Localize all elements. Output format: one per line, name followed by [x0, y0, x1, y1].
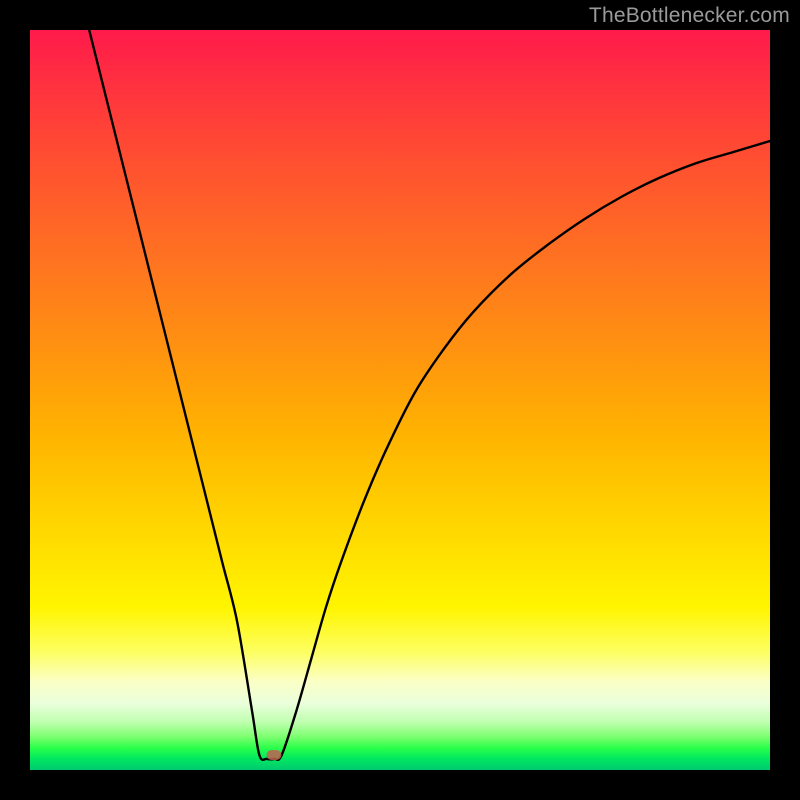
plot-area — [30, 30, 770, 770]
optimum-dot — [267, 750, 282, 760]
bottleneck-curve — [30, 30, 770, 770]
curve-path — [89, 30, 770, 760]
chart-frame: TheBottlenecker.com — [0, 0, 800, 800]
watermark-text: TheBottlenecker.com — [589, 4, 790, 28]
